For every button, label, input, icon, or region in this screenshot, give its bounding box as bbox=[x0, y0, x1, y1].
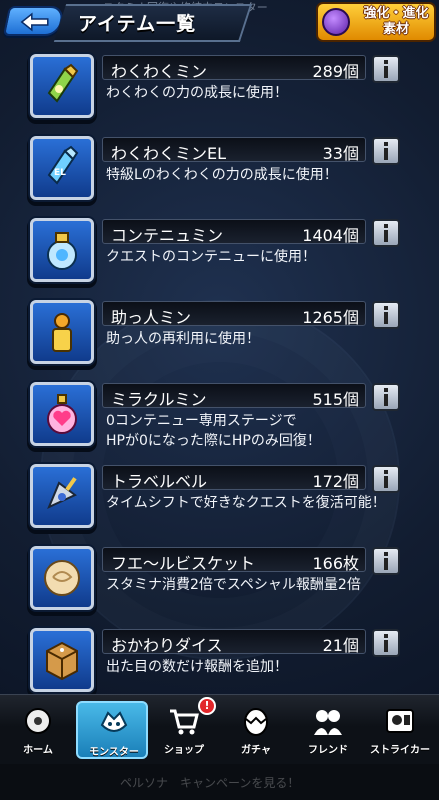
item-name-box: 助っ人ミン 1265個 bbox=[102, 301, 366, 327]
item-count: 33個 bbox=[322, 144, 359, 163]
item-count: 1404個 bbox=[302, 226, 359, 245]
gacha-egg-icon bbox=[244, 708, 268, 736]
info-button[interactable] bbox=[372, 219, 400, 247]
list-item[interactable]: フエ〜ルビスケット 166枚 スタミナ消費2倍でスペシャル報酬量2倍 bbox=[0, 542, 439, 624]
continue-potion-icon bbox=[30, 218, 94, 282]
item-description: 特級Lのわくわくの力の成長に使用！ bbox=[106, 167, 338, 183]
item-name: 助っ人ミン bbox=[111, 308, 192, 327]
item-count: 289個 bbox=[312, 62, 359, 81]
info-button[interactable] bbox=[372, 547, 400, 575]
item-name: おかわりダイス bbox=[111, 636, 223, 655]
evolve-icon bbox=[322, 8, 350, 36]
back-button[interactable] bbox=[2, 6, 66, 36]
helper-bottle-icon bbox=[30, 300, 94, 364]
info-icon bbox=[384, 306, 388, 324]
item-description: 出た目の数だけ報酬を追加！ bbox=[106, 659, 288, 675]
nav-label: ホーム bbox=[23, 745, 53, 756]
item-count: 1265個 bbox=[302, 308, 359, 327]
item-name-box: わくわくミン 289個 bbox=[102, 55, 366, 81]
info-button[interactable] bbox=[372, 629, 400, 657]
nav-label: ショップ bbox=[164, 745, 204, 756]
list-item[interactable]: わくわくミン 289個 わくわくの力の成長に使用！ bbox=[0, 50, 439, 132]
info-button[interactable] bbox=[372, 137, 400, 165]
item-name-box: トラベルベル 172個 bbox=[102, 465, 366, 491]
item-description: クエストのコンテニューに使用！ bbox=[106, 249, 316, 265]
page-title: アイテム一覧 bbox=[78, 13, 197, 35]
list-item[interactable]: コンテニュミン 1404個 クエストのコンテニューに使用！ bbox=[0, 214, 439, 296]
striker-icon bbox=[386, 709, 414, 733]
biscuit-icon bbox=[30, 546, 94, 610]
svg-text:EL: EL bbox=[54, 168, 66, 178]
list-item[interactable]: ミラクルミン 515個 0コンテニュー専用ステージで HPが0になった際にHPの… bbox=[0, 378, 439, 460]
list-item[interactable]: おかわりダイス 21個 出た目の数だけ報酬を追加！ bbox=[0, 624, 439, 695]
nav-friend[interactable]: フレンド bbox=[292, 701, 364, 759]
nav-label: ストライカー bbox=[370, 745, 430, 756]
info-icon bbox=[384, 224, 388, 242]
back-arrow-icon bbox=[20, 12, 49, 32]
header: アイテム一覧 強化・進化 素材 bbox=[0, 0, 439, 44]
nav-label: ガチャ bbox=[241, 745, 271, 756]
item-name-box: ミラクルミン 515個 bbox=[102, 383, 366, 409]
home-icon bbox=[25, 708, 51, 734]
item-list[interactable]: わくわくミン 289個 わくわくの力の成長に使用！ EL わくわくミンEL 33… bbox=[0, 50, 439, 695]
info-button[interactable] bbox=[372, 301, 400, 329]
item-count: 166枚 bbox=[312, 554, 359, 573]
el-bottle-icon: EL bbox=[30, 136, 94, 200]
nav-shop[interactable]: ! ショップ bbox=[148, 697, 220, 759]
info-icon bbox=[384, 388, 388, 406]
item-description: わくわくの力の成長に使用！ bbox=[106, 85, 288, 101]
cart-icon bbox=[170, 709, 199, 735]
info-button[interactable] bbox=[372, 55, 400, 83]
nav-monster[interactable]: モンスター bbox=[76, 701, 148, 759]
info-icon bbox=[384, 634, 388, 652]
nav-gacha[interactable]: ガチャ bbox=[220, 701, 292, 759]
item-name: トラベルベル bbox=[111, 472, 208, 491]
info-icon bbox=[384, 142, 388, 160]
info-button[interactable] bbox=[372, 383, 400, 411]
dice-icon bbox=[30, 628, 94, 692]
notification-badge: ! bbox=[198, 697, 216, 715]
item-name-box: わくわくミンEL 33個 bbox=[102, 137, 366, 163]
info-button[interactable] bbox=[372, 465, 400, 493]
item-name: わくわくミンEL bbox=[111, 144, 227, 163]
info-icon bbox=[384, 60, 388, 78]
item-description: 0コンテニュー専用ステージで HPが0になった際にHPのみ回復！ bbox=[106, 413, 321, 449]
nav-home[interactable]: ホーム bbox=[2, 701, 74, 759]
friends-icon bbox=[314, 710, 342, 735]
bottle-icon bbox=[30, 54, 94, 118]
item-name: わくわくミン bbox=[111, 62, 208, 81]
list-item[interactable]: トラベルベル 172個 タイムシフトで好きなクエストを復活可能！ bbox=[0, 460, 439, 542]
item-name: コンテニュミン bbox=[111, 226, 224, 245]
item-name-box: コンテニュミン 1404個 bbox=[102, 219, 366, 245]
nav-label: モンスター bbox=[89, 747, 139, 758]
item-description: タイムシフトで好きなクエストを復活可能！ bbox=[106, 495, 386, 511]
item-count: 21個 bbox=[322, 636, 359, 655]
evolve-materials-label: 強化・進化 素材 bbox=[363, 6, 429, 37]
nav-striker[interactable]: ストライカー bbox=[364, 701, 436, 759]
item-name: ミラクルミン bbox=[111, 390, 207, 409]
list-item[interactable]: 助っ人ミン 1265個 助っ人の再利用に使用！ bbox=[0, 296, 439, 378]
item-description: スタミナ消費2倍でスペシャル報酬量2倍 bbox=[106, 577, 361, 593]
item-count: 515個 bbox=[312, 390, 359, 409]
peek-text: ペルソナ キャンペーンを見る！ bbox=[120, 776, 300, 790]
heart-potion-icon bbox=[30, 382, 94, 446]
item-name-box: おかわりダイス 21個 bbox=[102, 629, 366, 655]
bell-icon bbox=[30, 464, 94, 528]
nav-label: フレンド bbox=[308, 745, 348, 756]
item-name: フエ〜ルビスケット bbox=[111, 554, 256, 573]
list-item[interactable]: EL わくわくミンEL 33個 特級Lのわくわくの力の成長に使用！ bbox=[0, 132, 439, 214]
item-description: 助っ人の再利用に使用！ bbox=[106, 331, 260, 347]
evolve-materials-button[interactable]: 強化・進化 素材 bbox=[316, 2, 436, 42]
info-icon bbox=[384, 552, 388, 570]
info-icon bbox=[384, 470, 388, 488]
item-name-box: フエ〜ルビスケット 166枚 bbox=[102, 547, 366, 573]
monster-icon bbox=[100, 711, 128, 732]
item-count: 172個 bbox=[312, 472, 359, 491]
